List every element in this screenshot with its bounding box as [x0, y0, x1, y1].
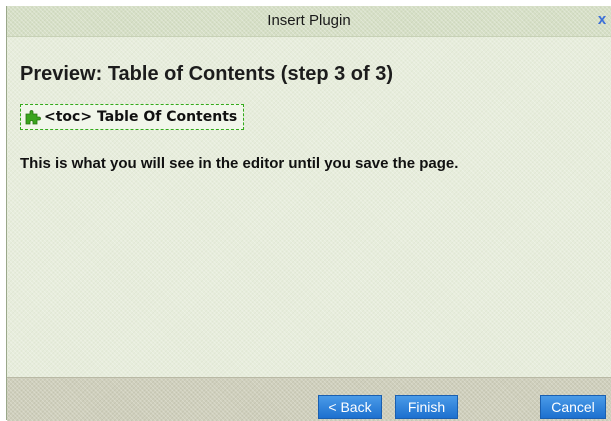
back-button[interactable]: < Back	[318, 395, 382, 419]
dialog-footer: < Back Finish Cancel	[7, 377, 611, 421]
dialog-title: Insert Plugin	[267, 12, 351, 29]
close-icon[interactable]: x	[595, 12, 609, 28]
info-text: This is what you will see in the editor …	[20, 155, 459, 172]
cancel-button[interactable]: Cancel	[540, 395, 606, 419]
page-title: Preview: Table of Contents (step 3 of 3)	[20, 63, 394, 85]
finish-button[interactable]: Finish	[395, 395, 458, 419]
plugin-tag-label: <toc> Table Of Contents	[44, 109, 238, 125]
puzzle-piece-icon	[25, 110, 41, 125]
insert-plugin-dialog: Insert Plugin x Preview: Table of Conten…	[6, 6, 611, 421]
dialog-titlebar[interactable]: Insert Plugin x	[7, 6, 611, 37]
plugin-preview-tag: <toc> Table Of Contents	[20, 104, 245, 130]
